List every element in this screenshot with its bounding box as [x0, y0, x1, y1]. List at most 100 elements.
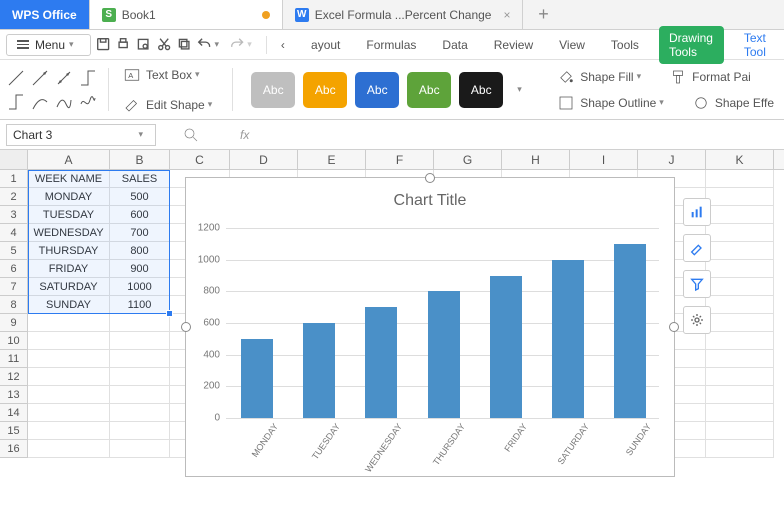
resize-handle-right[interactable]: [669, 322, 679, 332]
cell[interactable]: [706, 422, 774, 440]
cell[interactable]: [706, 206, 774, 224]
row-header[interactable]: 13: [0, 386, 27, 404]
cut-icon[interactable]: [156, 36, 172, 54]
select-all-corner[interactable]: [0, 150, 28, 169]
chart-object[interactable]: Chart Title 020040060080010001200MONDAYT…: [185, 177, 675, 477]
chart-bar[interactable]: [490, 276, 522, 419]
row-header[interactable]: 9: [0, 314, 27, 332]
cell[interactable]: [706, 224, 774, 242]
shape-style-swatch[interactable]: Abc: [459, 72, 503, 108]
resize-handle-top[interactable]: [425, 173, 435, 183]
column-header[interactable]: C: [170, 150, 230, 169]
shape-style-swatch[interactable]: Abc: [407, 72, 451, 108]
chart-settings-button[interactable]: [683, 306, 711, 334]
chart-bar[interactable]: [241, 339, 273, 418]
chart-bar[interactable]: [303, 323, 335, 418]
elbow-line-icon[interactable]: [78, 68, 98, 88]
cell[interactable]: SATURDAY: [28, 278, 110, 296]
cell[interactable]: [706, 404, 774, 422]
column-header[interactable]: I: [570, 150, 638, 169]
double-arrow-icon[interactable]: [54, 68, 74, 88]
tab-text-tool[interactable]: Text Tool: [738, 27, 778, 63]
column-header[interactable]: D: [230, 150, 298, 169]
selection-fill-handle[interactable]: [166, 310, 173, 317]
cell[interactable]: [28, 350, 110, 368]
tab-view[interactable]: View: [553, 34, 591, 56]
chart-filter-button[interactable]: [683, 270, 711, 298]
cell[interactable]: [706, 278, 774, 296]
print-icon[interactable]: [115, 36, 131, 54]
print-preview-icon[interactable]: [135, 36, 151, 54]
copy-icon[interactable]: [176, 36, 192, 54]
cell[interactable]: [28, 314, 110, 332]
column-header[interactable]: A: [28, 150, 110, 169]
cell[interactable]: TUESDAY: [28, 206, 110, 224]
cell[interactable]: [28, 422, 110, 440]
textbox-button[interactable]: A Text Box ▾: [119, 63, 222, 87]
shape-effects-button[interactable]: Shape Effe: [688, 91, 778, 115]
cell[interactable]: [706, 296, 774, 314]
row-header[interactable]: 3: [0, 206, 27, 224]
shape-style-swatch[interactable]: Abc: [303, 72, 347, 108]
row-header[interactable]: 4: [0, 224, 27, 242]
chart-plot-area[interactable]: 020040060080010001200MONDAYTUESDAYWEDNES…: [226, 228, 659, 418]
tab-drawing-tools[interactable]: Drawing Tools: [659, 26, 724, 64]
arrow-icon[interactable]: [30, 68, 50, 88]
cell[interactable]: 600: [110, 206, 170, 224]
shape-outline-button[interactable]: Shape Outline▾: [553, 91, 674, 115]
elbow-arrow-icon[interactable]: [6, 92, 26, 112]
cell[interactable]: 1100: [110, 296, 170, 314]
resize-handle-left[interactable]: [181, 322, 191, 332]
column-header[interactable]: B: [110, 150, 170, 169]
close-icon[interactable]: ×: [503, 8, 510, 22]
column-header[interactable]: G: [434, 150, 502, 169]
tab-formulas[interactable]: Formulas: [360, 34, 422, 56]
cell[interactable]: 900: [110, 260, 170, 278]
cell[interactable]: [706, 440, 774, 458]
column-header[interactable]: H: [502, 150, 570, 169]
name-box[interactable]: Chart 3 ▾: [6, 124, 156, 146]
chevron-down-icon[interactable]: ▾: [214, 39, 219, 50]
chart-title[interactable]: Chart Title: [186, 192, 674, 210]
cell[interactable]: SUNDAY: [28, 296, 110, 314]
chevron-down-icon[interactable]: ▾: [517, 84, 522, 95]
cell[interactable]: FRIDAY: [28, 260, 110, 278]
row-header[interactable]: 12: [0, 368, 27, 386]
row-header[interactable]: 1: [0, 170, 27, 188]
cell[interactable]: [110, 440, 170, 458]
cell[interactable]: [110, 368, 170, 386]
cell[interactable]: [706, 242, 774, 260]
tab-layout[interactable]: ayout: [305, 34, 346, 56]
line-icon[interactable]: [6, 68, 26, 88]
cell[interactable]: [706, 314, 774, 332]
row-header[interactable]: 14: [0, 404, 27, 422]
cell[interactable]: WEEK NAME: [28, 170, 110, 188]
cell[interactable]: [28, 386, 110, 404]
chart-styles-button[interactable]: [683, 234, 711, 262]
spreadsheet[interactable]: ABCDEFGHIJK 12345678910111213141516 WEEK…: [0, 150, 784, 520]
shape-style-gallery[interactable]: AbcAbcAbcAbcAbc: [243, 68, 511, 112]
cell[interactable]: [110, 422, 170, 440]
doc-tab-book1[interactable]: S Book1: [90, 0, 283, 29]
column-header[interactable]: F: [366, 150, 434, 169]
cell[interactable]: [110, 404, 170, 422]
format-painter-button[interactable]: Format Pai: [665, 65, 755, 89]
chart-bar[interactable]: [552, 260, 584, 418]
edit-shape-button[interactable]: Edit Shape ▾: [119, 93, 222, 117]
shape-fill-button[interactable]: Shape Fill▾: [553, 65, 651, 89]
line-shape-gallery[interactable]: [6, 68, 98, 112]
cell[interactable]: [28, 440, 110, 458]
cell[interactable]: [706, 332, 774, 350]
chart-bar[interactable]: [428, 291, 460, 418]
cell[interactable]: [706, 350, 774, 368]
cell[interactable]: [110, 350, 170, 368]
cell[interactable]: THURSDAY: [28, 242, 110, 260]
shape-style-swatch[interactable]: Abc: [355, 72, 399, 108]
scribble-icon[interactable]: [78, 92, 98, 112]
chart-bar[interactable]: [365, 307, 397, 418]
save-icon[interactable]: [95, 36, 111, 54]
row-header[interactable]: 5: [0, 242, 27, 260]
cell[interactable]: [706, 386, 774, 404]
menu-button[interactable]: Menu ▾: [6, 34, 91, 56]
row-header[interactable]: 7: [0, 278, 27, 296]
